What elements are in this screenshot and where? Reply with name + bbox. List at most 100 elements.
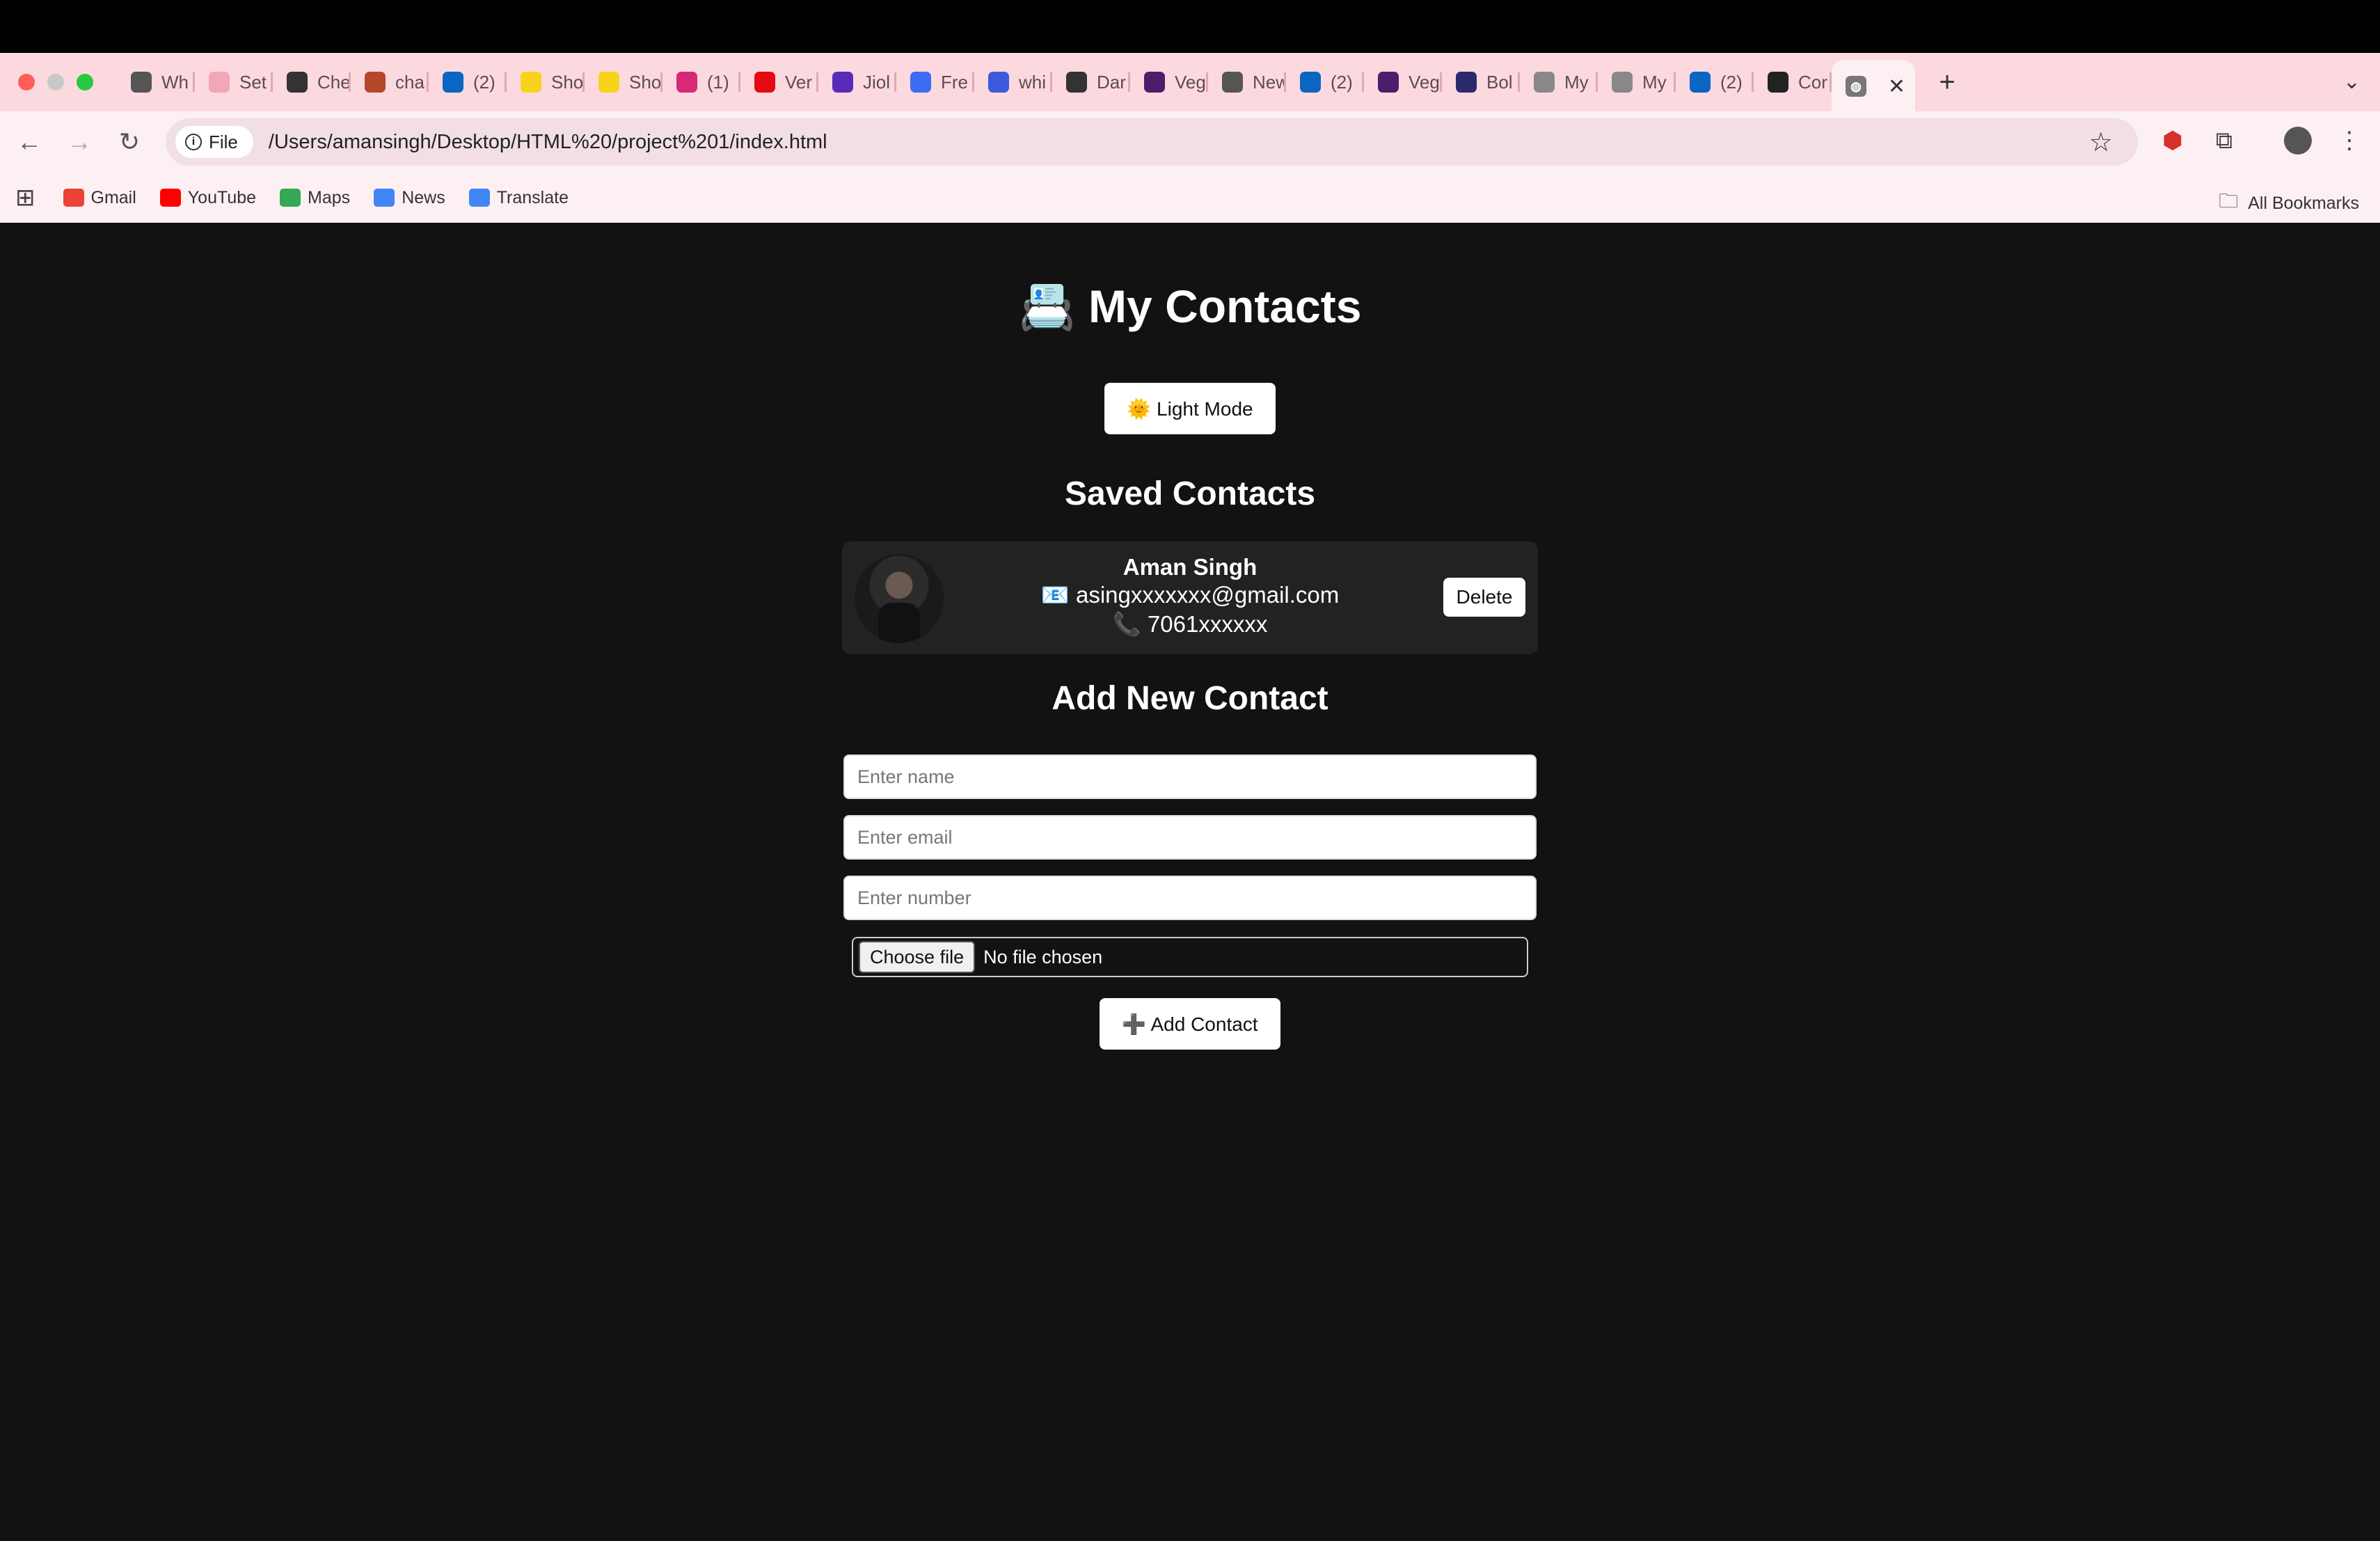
info-icon: i — [185, 134, 202, 150]
youtube-icon — [159, 189, 181, 207]
bookmarks-bar: ⊞ Gmail YouTube Maps News Translate 🗀 All Bo… — [0, 173, 2380, 223]
contact-name: Aman Singh — [1122, 554, 1258, 580]
tab-15[interactable]: (2) — [1286, 60, 1364, 104]
bookmark-youtube[interactable]: YouTube — [159, 187, 257, 208]
tab-1[interactable]: Set — [195, 60, 273, 104]
tab-10[interactable]: Fre — [896, 60, 974, 104]
bookmark-label: News — [402, 187, 445, 207]
tab-21[interactable]: Cor — [1754, 60, 1832, 104]
tab-2[interactable]: Che — [273, 60, 351, 104]
saved-contacts-heading: Saved Contacts — [1064, 475, 1316, 512]
tab-7[interactable]: (1) — [663, 60, 740, 104]
tab-19[interactable]: My — [1598, 60, 1676, 104]
apps-grid-icon[interactable]: ⊞ — [15, 184, 35, 212]
news-icon — [374, 189, 395, 207]
netflix-icon — [754, 72, 775, 93]
window-controls — [18, 74, 93, 90]
bookmark-news[interactable]: News — [374, 188, 445, 208]
photo-file-input[interactable]: Choose file No file chosen — [852, 937, 1528, 977]
bookmark-translate[interactable]: Translate — [468, 188, 569, 208]
flipkart-icon — [521, 72, 541, 93]
address-bar[interactable]: i File /Users/amansingh/Desktop/HTML%20/… — [166, 118, 2138, 166]
theme-toggle-button[interactable]: 🌞 Light Mode — [1104, 383, 1276, 434]
number-input[interactable] — [843, 876, 1537, 920]
settings-icon — [209, 72, 230, 93]
tab-17[interactable]: Bol — [1442, 60, 1520, 104]
tab-6[interactable]: Sho — [585, 60, 663, 104]
back-button[interactable]: ← — [8, 121, 50, 163]
tab-title: My — [1564, 71, 1589, 93]
tab-18[interactable]: My — [1520, 60, 1598, 104]
close-window-button[interactable] — [18, 74, 35, 90]
contacts-page: 📇 My Contacts 🌞 Light Mode Saved Contact… — [0, 223, 2380, 1541]
instagram-icon — [676, 72, 697, 93]
minimize-window-button[interactable] — [47, 74, 64, 90]
bookmark-maps[interactable]: Maps — [280, 188, 350, 208]
url-text[interactable]: /Users/amansingh/Desktop/HTML%20/project… — [269, 131, 827, 154]
tab-8[interactable]: Ver — [740, 60, 818, 104]
jio-icon — [832, 72, 853, 93]
tab-title: Veg — [1175, 71, 1206, 93]
delete-contact-button[interactable]: Delete — [1443, 578, 1525, 617]
reload-button[interactable]: ↻ — [109, 121, 150, 163]
tab-20[interactable]: (2) — [1676, 60, 1754, 104]
bookmark-gmail[interactable]: Gmail — [63, 188, 136, 208]
bookmark-star-icon[interactable]: ☆ — [2089, 127, 2113, 158]
gmail-icon — [63, 189, 84, 207]
email-input[interactable] — [843, 815, 1537, 860]
tab-5[interactable]: Sho — [507, 60, 585, 104]
chrome-icon — [1222, 72, 1243, 93]
globe-icon — [1534, 72, 1555, 93]
freecodecamp-icon — [910, 72, 931, 93]
tab-11[interactable]: whi — [974, 60, 1052, 104]
tab-title: New — [1253, 71, 1286, 93]
tab-14[interactable]: New — [1208, 60, 1286, 104]
site-info-label: File — [209, 131, 238, 152]
page-title-wrap: 📇 My Contacts — [0, 280, 2380, 334]
chrome-icon — [131, 72, 152, 93]
contact-card: Aman Singh 📧 asingxxxxxxx@gmail.com 📞 70… — [842, 542, 1538, 654]
globe-icon: ◍ — [1846, 76, 1866, 97]
tab-13[interactable]: Veg — [1130, 60, 1208, 104]
tab-title: cha — [395, 71, 425, 93]
tab-search-icon[interactable]: ⌄ — [2343, 70, 2361, 94]
site-info-chip[interactable]: i File — [175, 126, 253, 158]
add-contact-button[interactable]: ➕ Add Contact — [1100, 998, 1280, 1050]
tab-title: My — [1642, 71, 1667, 93]
browser-menu-icon[interactable]: ⋮ — [2331, 123, 2367, 159]
tab-title: Jiol — [863, 71, 891, 93]
tab-active[interactable]: ◍ ✕ — [1832, 60, 1915, 113]
file-status: No file chosen — [983, 946, 1103, 967]
linkedin-icon — [443, 72, 463, 93]
profile-avatar[interactable] — [2280, 123, 2316, 159]
adblock-extension-icon[interactable]: ⬢ — [2155, 123, 2191, 159]
contact-phone: 📞 7061xxxxxx — [1112, 611, 1268, 637]
claude-icon — [287, 72, 308, 93]
tab-title: Wh — [161, 71, 189, 93]
saved-heading-wrap: Saved Contacts — [0, 475, 2380, 513]
close-tab-icon[interactable]: ✕ — [1888, 74, 1905, 99]
tab-title: Cor — [1798, 71, 1827, 93]
tab-0[interactable]: Wh — [117, 60, 195, 104]
tab-title: Dar — [1097, 71, 1126, 93]
browser-toolbar: ← → ↻ i File /Users/amansingh/Desktop/HT… — [0, 111, 2380, 173]
all-bookmarks-label: All Bookmarks — [2248, 193, 2359, 213]
tab-title: Sho — [551, 71, 584, 93]
maximize-window-button[interactable] — [77, 74, 93, 90]
all-bookmarks-button[interactable]: 🗀 All Bookmarks — [2219, 187, 2359, 220]
tab-3[interactable]: cha — [351, 60, 429, 104]
name-input[interactable] — [843, 754, 1537, 799]
bookmark-list: Gmail YouTube Maps News Translate — [63, 188, 593, 208]
tab-12[interactable]: Dar — [1052, 60, 1130, 104]
tab-4[interactable]: (2) — [429, 60, 507, 104]
tab-16[interactable]: Veg — [1364, 60, 1442, 104]
choose-file-button[interactable]: Choose file — [859, 941, 976, 973]
bookmark-label: YouTube — [187, 187, 257, 207]
tab-9[interactable]: Jiol — [818, 60, 896, 104]
vercel-icon — [1144, 72, 1165, 93]
extensions-icon[interactable]: ⧉ — [2206, 123, 2242, 159]
chat-icon — [365, 72, 386, 93]
new-tab-button[interactable]: + — [1933, 67, 1961, 98]
forward-button[interactable]: → — [58, 121, 100, 163]
tab-title: (1) — [707, 71, 729, 93]
